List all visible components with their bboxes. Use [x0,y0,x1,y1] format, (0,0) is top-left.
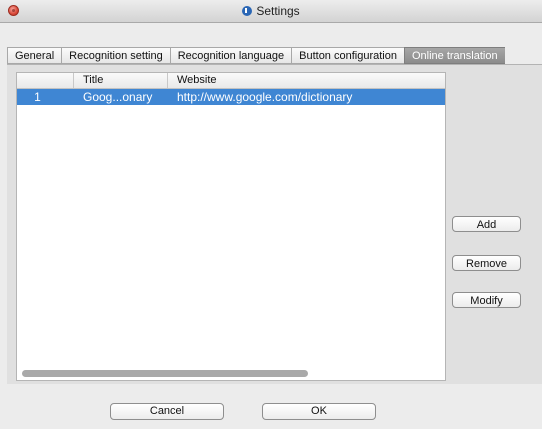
column-header-title[interactable]: Title [74,73,168,88]
column-header-number[interactable] [17,73,74,88]
cancel-button[interactable]: Cancel [110,403,224,420]
ok-button[interactable]: OK [262,403,376,420]
title-bar: Settings [0,0,542,23]
window-title: Settings [0,4,542,18]
horizontal-scrollbar[interactable] [22,370,308,377]
column-header-website[interactable]: Website [168,73,445,88]
remove-button[interactable]: Remove [452,255,521,271]
dictionary-table: Title Website 1 Goog...onary http://www.… [16,72,446,381]
table-header: Title Website [17,73,445,89]
row-number: 1 [34,90,41,104]
tab-bar: General Recognition setting Recognition … [7,47,505,64]
modify-button[interactable]: Modify [452,292,521,308]
tab-recognition-setting[interactable]: Recognition setting [61,47,170,64]
window-title-text: Settings [256,4,300,18]
table-row[interactable]: 1 Goog...onary http://www.google.com/dic… [17,89,445,105]
row-title: Goog...onary [83,90,153,104]
row-website: http://www.google.com/dictionary [177,90,353,104]
tab-button-configuration[interactable]: Button configuration [291,47,404,64]
tab-general[interactable]: General [7,47,62,64]
tab-recognition-language[interactable]: Recognition language [169,47,292,64]
tab-online-translation[interactable]: Online translation [403,47,505,64]
add-button[interactable]: Add [452,216,521,232]
app-logo-icon [242,6,253,16]
